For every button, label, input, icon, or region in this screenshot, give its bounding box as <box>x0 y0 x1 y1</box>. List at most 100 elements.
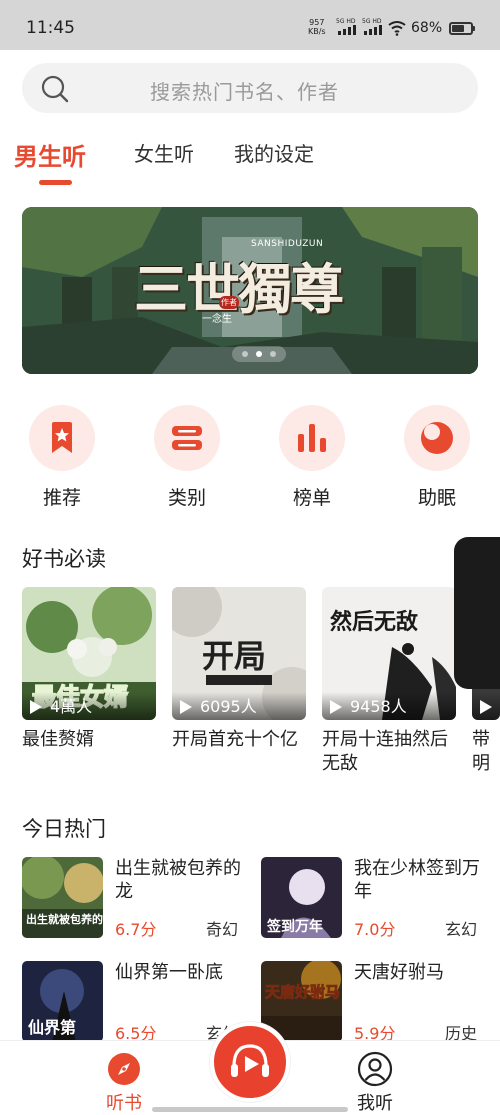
book-cover: 然后无敌 9458人 <box>322 587 456 720</box>
category-sleep-icon-bg <box>404 405 470 471</box>
ranking-bars-icon <box>298 424 326 452</box>
tab-female-listen[interactable]: 女生听 <box>134 138 194 167</box>
network-speed-value: 957 <box>309 18 325 27</box>
category-types-icon-bg <box>154 405 220 471</box>
banner-author: 一念生 <box>202 314 232 325</box>
book-title: 最佳赘婿 <box>22 729 94 750</box>
bookmark-star-icon <box>52 422 72 453</box>
category-ranking[interactable]: 榜单 <box>272 405 352 510</box>
cellular-signal-icon: 5G HD <box>336 18 358 36</box>
nav-my-listening[interactable]: 我听 <box>345 1051 405 1115</box>
book-title: 开局十连抽然后无敌 <box>322 729 448 774</box>
pagination-dot <box>270 351 276 357</box>
player-button[interactable] <box>210 1022 290 1102</box>
category-sleep-label: 助眠 <box>417 487 456 509</box>
featured-banner[interactable]: SANSHIDUZUN 三世獨尊 作者 一念生 <box>22 207 478 374</box>
pagination-dot-active <box>256 351 262 357</box>
cover-caption-overlay: 6095人 <box>172 692 306 720</box>
cover-title-text: 天唐好驸马 <box>265 983 340 1001</box>
category-recommend-label: 推荐 <box>42 487 81 509</box>
hot-book-score: 6.7分 <box>115 920 157 939</box>
book-card[interactable]: 开局 6095人 开局首充十个亿 <box>172 587 306 752</box>
play-icon <box>180 700 192 714</box>
nav-my-listening-label: 我听 <box>357 1093 393 1114</box>
sim1-label: 5G HD <box>336 18 356 25</box>
headphones-play-icon <box>231 1044 269 1077</box>
tab-my-settings[interactable]: 我的设定 <box>234 138 314 167</box>
hot-list-item[interactable]: 出生就被包养的龙 出生就被包养的龙 6.7分 奇幻 <box>22 857 242 941</box>
category-types-label: 类别 <box>167 487 206 509</box>
hot-book-title: 出生就被包养的龙 <box>115 858 241 902</box>
category-ranking-label: 榜单 <box>292 487 331 509</box>
hot-book-title: 仙界第一卧底 <box>115 962 223 983</box>
hot-book-title: 天唐好驸马 <box>354 962 444 983</box>
battery-fill <box>452 25 464 32</box>
category-icon <box>172 426 202 450</box>
banner-pagination <box>232 346 286 362</box>
moon-icon <box>421 422 453 454</box>
book-cover: 开局 6095人 <box>172 587 306 720</box>
book-card[interactable]: 最佳女婿 4萬人 最佳赘婿 <box>22 587 156 752</box>
network-speed: 957 KB/s <box>308 18 326 36</box>
search-icon <box>41 75 69 103</box>
cover-title-text: 仙界第 <box>28 1018 76 1037</box>
floating-panel[interactable] <box>454 537 500 689</box>
network-speed-unit: KB/s <box>308 27 326 36</box>
wifi-icon <box>388 21 406 36</box>
nav-listen-books[interactable]: 听书 <box>94 1051 154 1115</box>
hot-book-genre: 奇幻 <box>206 920 239 939</box>
book-title: 带明 <box>472 729 490 774</box>
book-cover: 签到万年 <box>261 857 342 938</box>
category-sleep[interactable]: 助眠 <box>397 405 477 510</box>
category-ranking-icon-bg <box>279 405 345 471</box>
book-cover: 仙界第 <box>22 961 103 1042</box>
hot-list-item[interactable]: 签到万年 我在少林签到万年 7.0分 玄幻 <box>261 857 481 941</box>
status-time: 11:45 <box>26 18 75 38</box>
book-cover-art: 仙界第 <box>22 961 103 1042</box>
hot-book-title: 我在少林签到万年 <box>354 858 480 902</box>
play-icon <box>480 700 492 714</box>
listen-count: 4萬人 <box>50 697 93 716</box>
battery-percent: 68% <box>411 20 443 36</box>
cover-caption-overlay: 9458人 <box>322 692 456 720</box>
cover-caption-overlay <box>472 692 500 720</box>
section-good-books-title: 好书必读 <box>22 547 106 571</box>
cover-title-text: 签到万年 <box>266 918 323 935</box>
category-recommend[interactable]: 推荐 <box>22 405 102 510</box>
play-icon <box>330 700 342 714</box>
banner-title: 三世獨尊 <box>134 257 344 321</box>
cover-caption-overlay: 4萬人 <box>22 692 156 720</box>
category-recommend-icon-bg <box>29 405 95 471</box>
section-hot-today-title: 今日热门 <box>22 817 106 841</box>
search-bar[interactable]: 搜索热门书名、作者 <box>22 63 478 113</box>
hot-book-genre: 玄幻 <box>445 920 478 939</box>
active-tab-indicator <box>39 180 72 185</box>
book-cover: 最佳女婿 4萬人 <box>22 587 156 720</box>
nav-listen-books-label: 听书 <box>106 1093 142 1114</box>
book-cover: 出生就被包养的龙 <box>22 857 103 938</box>
compass-icon <box>108 1053 140 1085</box>
play-icon <box>30 700 42 714</box>
book-cover-art: 出生就被包养的龙 <box>22 857 103 938</box>
sim2-label: 5G HD <box>362 18 382 25</box>
listen-count: 9458人 <box>350 697 407 716</box>
battery-cap <box>473 26 475 31</box>
book-card[interactable]: 然后无敌 9458人 开局十连抽然后无敌 <box>322 587 456 776</box>
status-bar: 11:45 957 KB/s 5G HD 5G HD 68% <box>0 0 500 50</box>
tab-male-listen[interactable]: 男生听 <box>14 137 86 172</box>
category-types[interactable]: 类别 <box>147 405 227 510</box>
listen-count: 6095人 <box>200 697 257 716</box>
cover-title-text: 然后无敌 <box>330 609 418 635</box>
hot-list-item[interactable]: 天唐好驸马 天唐好驸马 5.9分 历史 <box>261 961 481 1045</box>
book-cover-art: 签到万年 <box>261 857 342 938</box>
profile-icon <box>357 1051 393 1087</box>
home-indicator <box>152 1107 348 1112</box>
book-title: 开局首充十个亿 <box>172 729 298 750</box>
cover-title-text: 开局 <box>202 637 266 675</box>
banner-author-badge: 作者 <box>219 296 239 309</box>
hot-list-item[interactable]: 仙界第 仙界第一卧底 6.5分 玄幻 <box>22 961 242 1045</box>
battery-icon <box>449 22 473 35</box>
hot-book-score: 7.0分 <box>354 920 396 939</box>
pagination-dot <box>242 351 248 357</box>
search-placeholder: 搜索热门书名、作者 <box>150 80 339 104</box>
